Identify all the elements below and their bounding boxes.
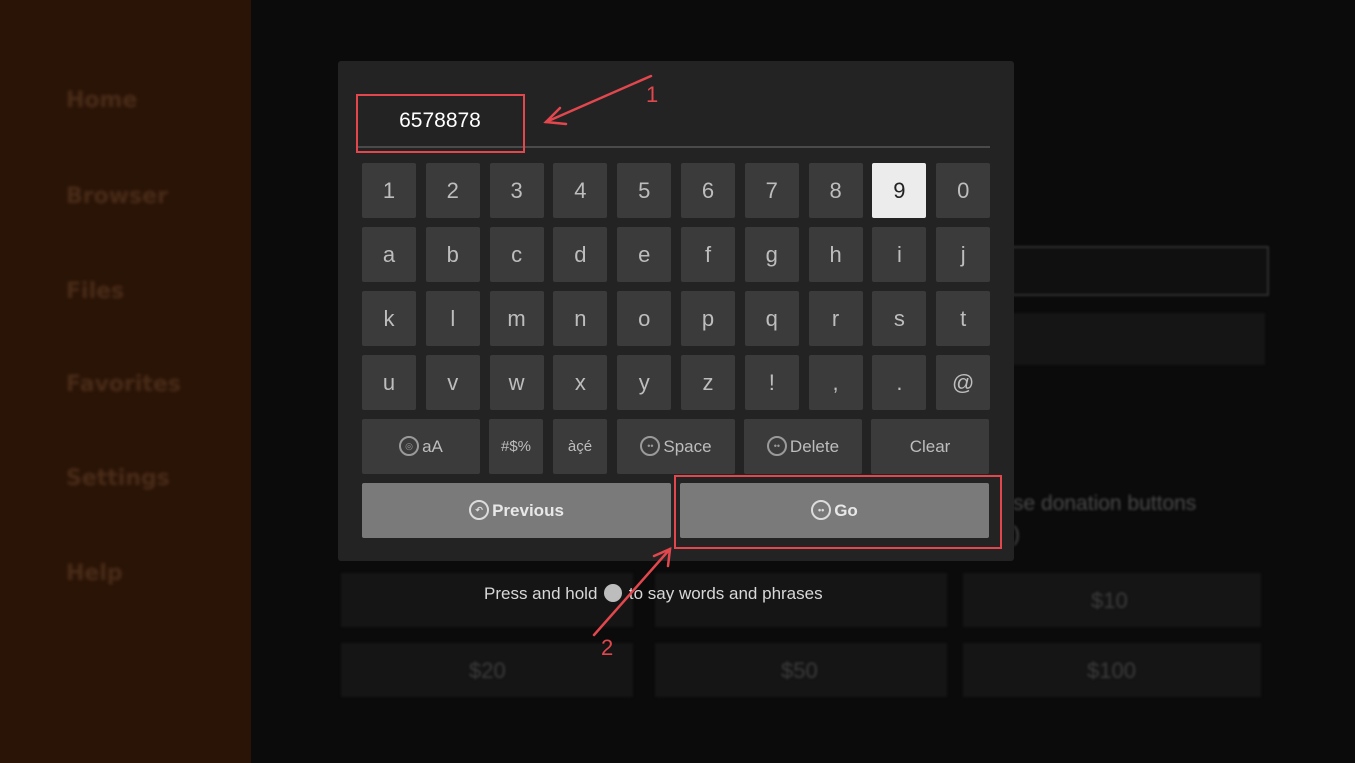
arrow-1-head <box>543 106 568 126</box>
annotation-arrows <box>543 74 672 637</box>
arrow-2-shaft <box>592 547 672 637</box>
arrow-1-shaft <box>544 74 653 124</box>
